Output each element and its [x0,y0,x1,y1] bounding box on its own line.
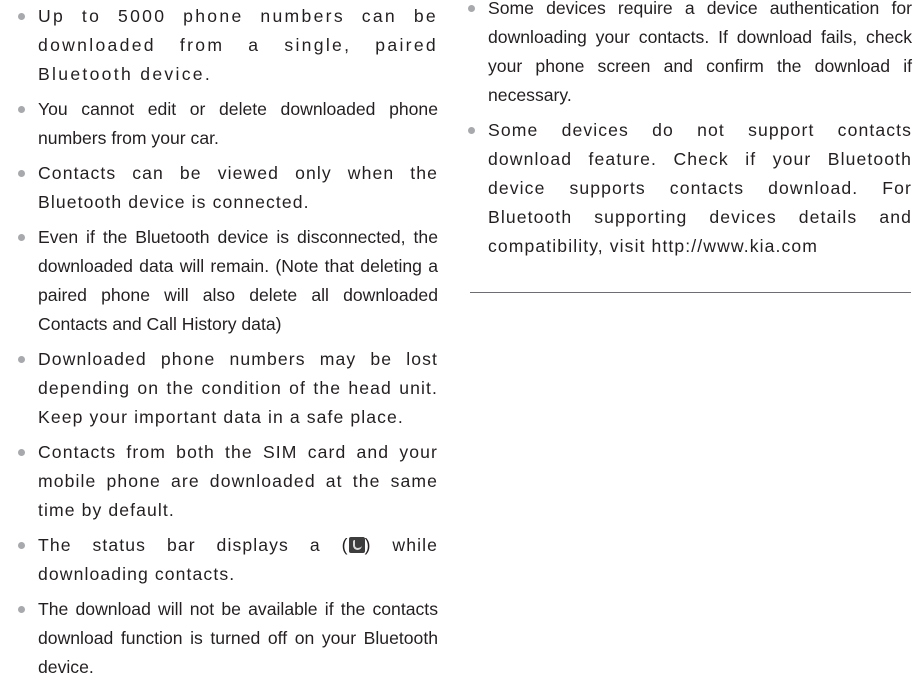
list-item: Even if the Bluetooth device is disconne… [14,223,438,339]
list-item: The download will not be available if th… [14,595,438,682]
section-divider [470,292,911,293]
list-item: Up to 5000 phone numbers can be download… [14,2,438,89]
contacts-download-status-icon [348,537,365,553]
status-bar-text-before: The status bar displays a ( [38,535,349,555]
list-item: Contacts from both the SIM card and your… [14,438,438,525]
list-item: Some devices require a device authentica… [464,0,912,110]
notes-list-left: Up to 5000 phone numbers can be download… [14,2,438,682]
list-item: Downloaded phone numbers may be lost dep… [14,345,438,432]
left-column: Up to 5000 phone numbers can be download… [14,2,438,688]
list-item: The status bar displays a () while downl… [14,531,438,589]
list-item: You cannot edit or delete downloaded pho… [14,95,438,153]
right-column: Some devices require a device authentica… [464,0,912,267]
list-item: Some devices do not support contacts dow… [464,116,912,261]
list-item: Contacts can be viewed only when the Blu… [14,159,438,217]
notes-list-right: Some devices require a device authentica… [464,0,912,261]
